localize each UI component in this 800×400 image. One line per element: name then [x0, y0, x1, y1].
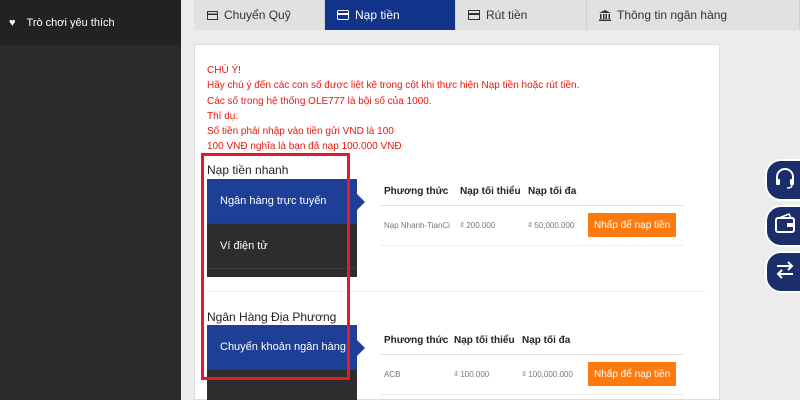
table-row: ACB ₫ 100.000 ₫ 100,000.000 Nhấp để nạp … [381, 354, 683, 395]
transfer-shortcut-button[interactable] [765, 251, 800, 293]
wallet-icon [206, 9, 218, 21]
tab-bank-info[interactable]: Thông tin ngân hàng [587, 0, 800, 30]
sidebar-item-favorite-games[interactable]: ♥ Trò chơi yêu thích [0, 0, 181, 45]
tab-deposit[interactable]: Nạp tiền [325, 0, 456, 30]
wallet-shortcut-button[interactable] [765, 205, 800, 247]
heart-icon: ♥ [9, 16, 16, 29]
tab-transfer[interactable]: Chuyển Quỹ [194, 0, 325, 30]
support-button[interactable] [765, 159, 800, 201]
quick-deposit-table: Phương thức Nạp tối thiểu Nạp tối đa Nạp… [381, 178, 683, 246]
swap-arrows-icon [773, 258, 797, 287]
sidebar-item-label: Trò chơi yêu thích [26, 16, 115, 29]
local-bank-table: Phương thức Nạp tối thiểu Nạp tối đa ACB… [381, 327, 683, 395]
table-row: Nạp Nhanh-TianCi ₫ 200.000 ₫ 50,000.000 … [381, 205, 683, 246]
headset-icon [773, 166, 797, 195]
withdraw-icon [468, 9, 480, 21]
deposit-button[interactable]: Nhấp để nạp tiền [588, 362, 677, 386]
highlight-box [201, 153, 350, 380]
sidebar: ♥ Trò chơi yêu thích [0, 0, 181, 400]
tab-withdraw[interactable]: Rút tiền [456, 0, 587, 30]
card-icon [337, 9, 349, 21]
wallet-icon [773, 212, 797, 241]
deposit-button[interactable]: Nhấp để nạp tiền [588, 213, 677, 237]
tab-bar: Chuyển Quỹ Nạp tiền Rút tiền Thông tin n… [194, 0, 800, 30]
bank-icon [599, 9, 611, 21]
notice-box: CHÚ Ý! Hãy chú ý đến các con số được liệ… [207, 65, 580, 153]
